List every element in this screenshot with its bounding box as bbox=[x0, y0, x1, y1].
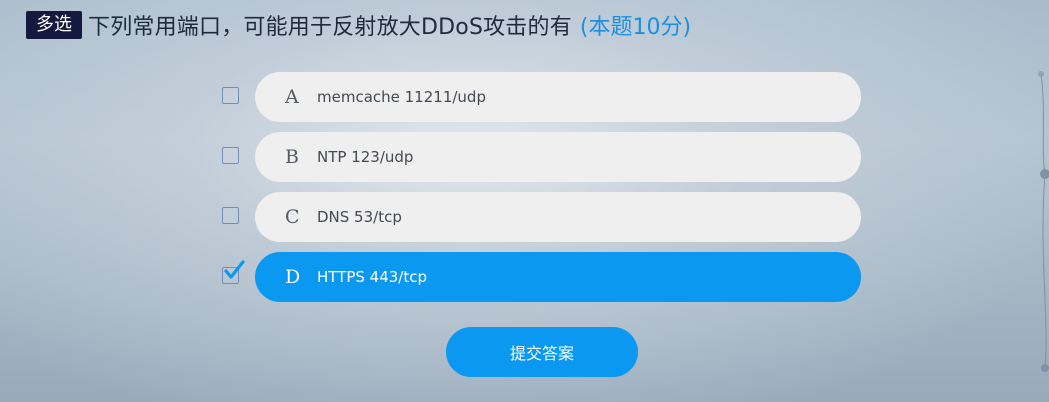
submit-answer-button[interactable]: 提交答案 bbox=[446, 327, 638, 377]
option-letter: A bbox=[285, 86, 299, 108]
question-text: 下列常用端口，可能用于反射放大DDoS攻击的有 bbox=[88, 15, 572, 40]
decorative-network-icon bbox=[1038, 71, 1049, 372]
option-d: D HTTPS 443/tcp bbox=[0, 252, 1049, 302]
question-type-badge: 多选 bbox=[26, 11, 82, 39]
option-c: C DNS 53/tcp bbox=[0, 192, 1049, 242]
option-b-button[interactable]: B NTP 123/udp bbox=[255, 132, 861, 182]
option-d-checkbox[interactable] bbox=[222, 260, 245, 284]
option-letter: C bbox=[285, 206, 300, 228]
option-text: DNS 53/tcp bbox=[317, 208, 402, 226]
option-text: NTP 123/udp bbox=[317, 148, 414, 166]
option-b-checkbox[interactable] bbox=[222, 147, 239, 164]
option-letter: D bbox=[285, 266, 301, 288]
option-a: A memcache 11211/udp bbox=[0, 72, 1049, 122]
quiz-page: 多选 下列常用端口，可能用于反射放大DDoS攻击的有 (本题10分) A mem… bbox=[0, 0, 1049, 402]
option-c-button[interactable]: C DNS 53/tcp bbox=[255, 192, 861, 242]
option-a-button[interactable]: A memcache 11211/udp bbox=[255, 72, 861, 122]
option-text: memcache 11211/udp bbox=[317, 88, 486, 106]
question-score: (本题10分) bbox=[579, 15, 692, 40]
option-b: B NTP 123/udp bbox=[0, 132, 1049, 182]
option-text: HTTPS 443/tcp bbox=[317, 268, 428, 286]
option-c-checkbox[interactable] bbox=[222, 207, 239, 224]
checkmark-icon bbox=[224, 260, 245, 279]
option-a-checkbox[interactable] bbox=[222, 87, 239, 104]
question-header: 多选 下列常用端口，可能用于反射放大DDoS攻击的有 (本题10分) bbox=[26, 9, 691, 41]
option-d-button[interactable]: D HTTPS 443/tcp bbox=[255, 252, 861, 302]
option-letter: B bbox=[285, 146, 299, 168]
